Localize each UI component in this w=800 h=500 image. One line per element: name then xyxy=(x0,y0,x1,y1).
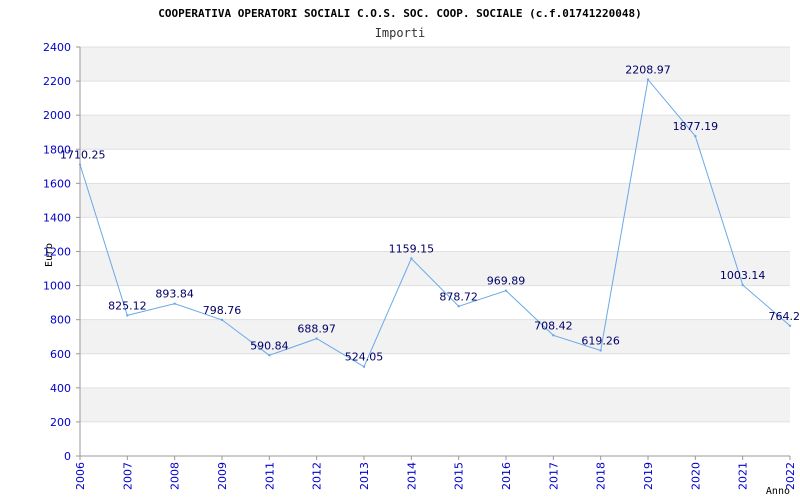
data-label: 1003.14 xyxy=(720,269,766,282)
data-point xyxy=(362,365,366,368)
y-tick-label: 2200 xyxy=(43,75,71,88)
x-axis-title: Anno xyxy=(766,486,790,497)
x-tick-label: 2012 xyxy=(311,462,324,490)
x-tick-label: 2018 xyxy=(595,462,608,490)
data-label: 764.2 xyxy=(769,310,800,323)
data-label: 825.12 xyxy=(108,299,147,312)
data-point xyxy=(741,283,744,287)
data-point xyxy=(788,324,792,327)
y-tick-label: 200 xyxy=(50,416,71,429)
grid-band xyxy=(80,319,790,354)
data-label: 1877.19 xyxy=(673,120,719,133)
x-tick-label: 2015 xyxy=(453,462,466,490)
data-label: 524.05 xyxy=(345,351,384,364)
y-tick-label: 1400 xyxy=(43,211,71,224)
chart-subtitle: Importi xyxy=(375,26,426,40)
x-tick-label: 2007 xyxy=(121,462,134,490)
data-label: 893.84 xyxy=(155,288,194,301)
grid-band xyxy=(80,47,790,82)
x-tick-label: 2011 xyxy=(263,462,276,490)
data-point xyxy=(504,289,508,292)
x-tick-label: 2017 xyxy=(547,462,560,490)
data-label: 969.89 xyxy=(487,275,526,288)
data-point xyxy=(552,334,555,337)
line-chart: COOPERATIVA OPERATORI SOCIALI C.O.S. SOC… xyxy=(43,7,800,497)
data-point xyxy=(315,337,318,340)
x-tick-label: 2006 xyxy=(74,462,87,490)
data-point xyxy=(646,78,650,81)
data-point xyxy=(173,302,176,305)
y-tick-label: 400 xyxy=(50,382,71,395)
x-tick-label: 2009 xyxy=(216,462,229,490)
data-point xyxy=(457,305,460,308)
x-tick-label: 2021 xyxy=(737,462,750,490)
data-point xyxy=(694,134,697,138)
x-tick-label: 2014 xyxy=(405,462,418,490)
data-point xyxy=(410,257,413,260)
x-tick-label: 2013 xyxy=(358,462,371,490)
y-tick-label: 1600 xyxy=(43,177,71,190)
y-tick-label: 800 xyxy=(50,314,71,327)
y-tick-label: 1000 xyxy=(43,280,71,293)
x-tick-label: 2008 xyxy=(169,462,182,490)
data-label: 619.26 xyxy=(581,334,620,347)
data-label: 590.84 xyxy=(250,339,289,352)
data-point xyxy=(268,354,271,357)
y-axis-title: Euro xyxy=(44,243,55,267)
data-point xyxy=(78,163,82,166)
data-label: 708.42 xyxy=(534,319,573,332)
data-label: 878.72 xyxy=(439,290,478,303)
y-tick-label: 2400 xyxy=(43,41,71,54)
y-tick-label: 600 xyxy=(50,348,71,361)
y-tick-label: 0 xyxy=(64,450,71,463)
data-label: 1710.25 xyxy=(60,149,106,162)
data-label: 688.97 xyxy=(297,323,336,336)
data-label: 2208.97 xyxy=(625,64,671,77)
grid-band xyxy=(80,251,790,286)
grid-bands xyxy=(80,47,790,422)
x-tick-label: 2016 xyxy=(500,462,513,490)
data-point xyxy=(126,314,129,317)
x-tick-label: 2020 xyxy=(689,462,702,490)
data-label: 1159.15 xyxy=(389,242,435,255)
data-label: 798.76 xyxy=(203,304,242,317)
chart-title: COOPERATIVA OPERATORI SOCIALI C.O.S. SOC… xyxy=(158,7,641,20)
grid-band xyxy=(80,387,790,422)
data-point xyxy=(599,349,602,352)
x-axis-ticks: 2006 2007 2008 2009 2011 2012 2013 2014 2015 2016… xyxy=(74,456,797,490)
data-point xyxy=(220,318,224,322)
grid-band xyxy=(80,183,790,218)
y-tick-label: 2000 xyxy=(43,109,71,122)
x-tick-label: 2019 xyxy=(642,462,655,490)
